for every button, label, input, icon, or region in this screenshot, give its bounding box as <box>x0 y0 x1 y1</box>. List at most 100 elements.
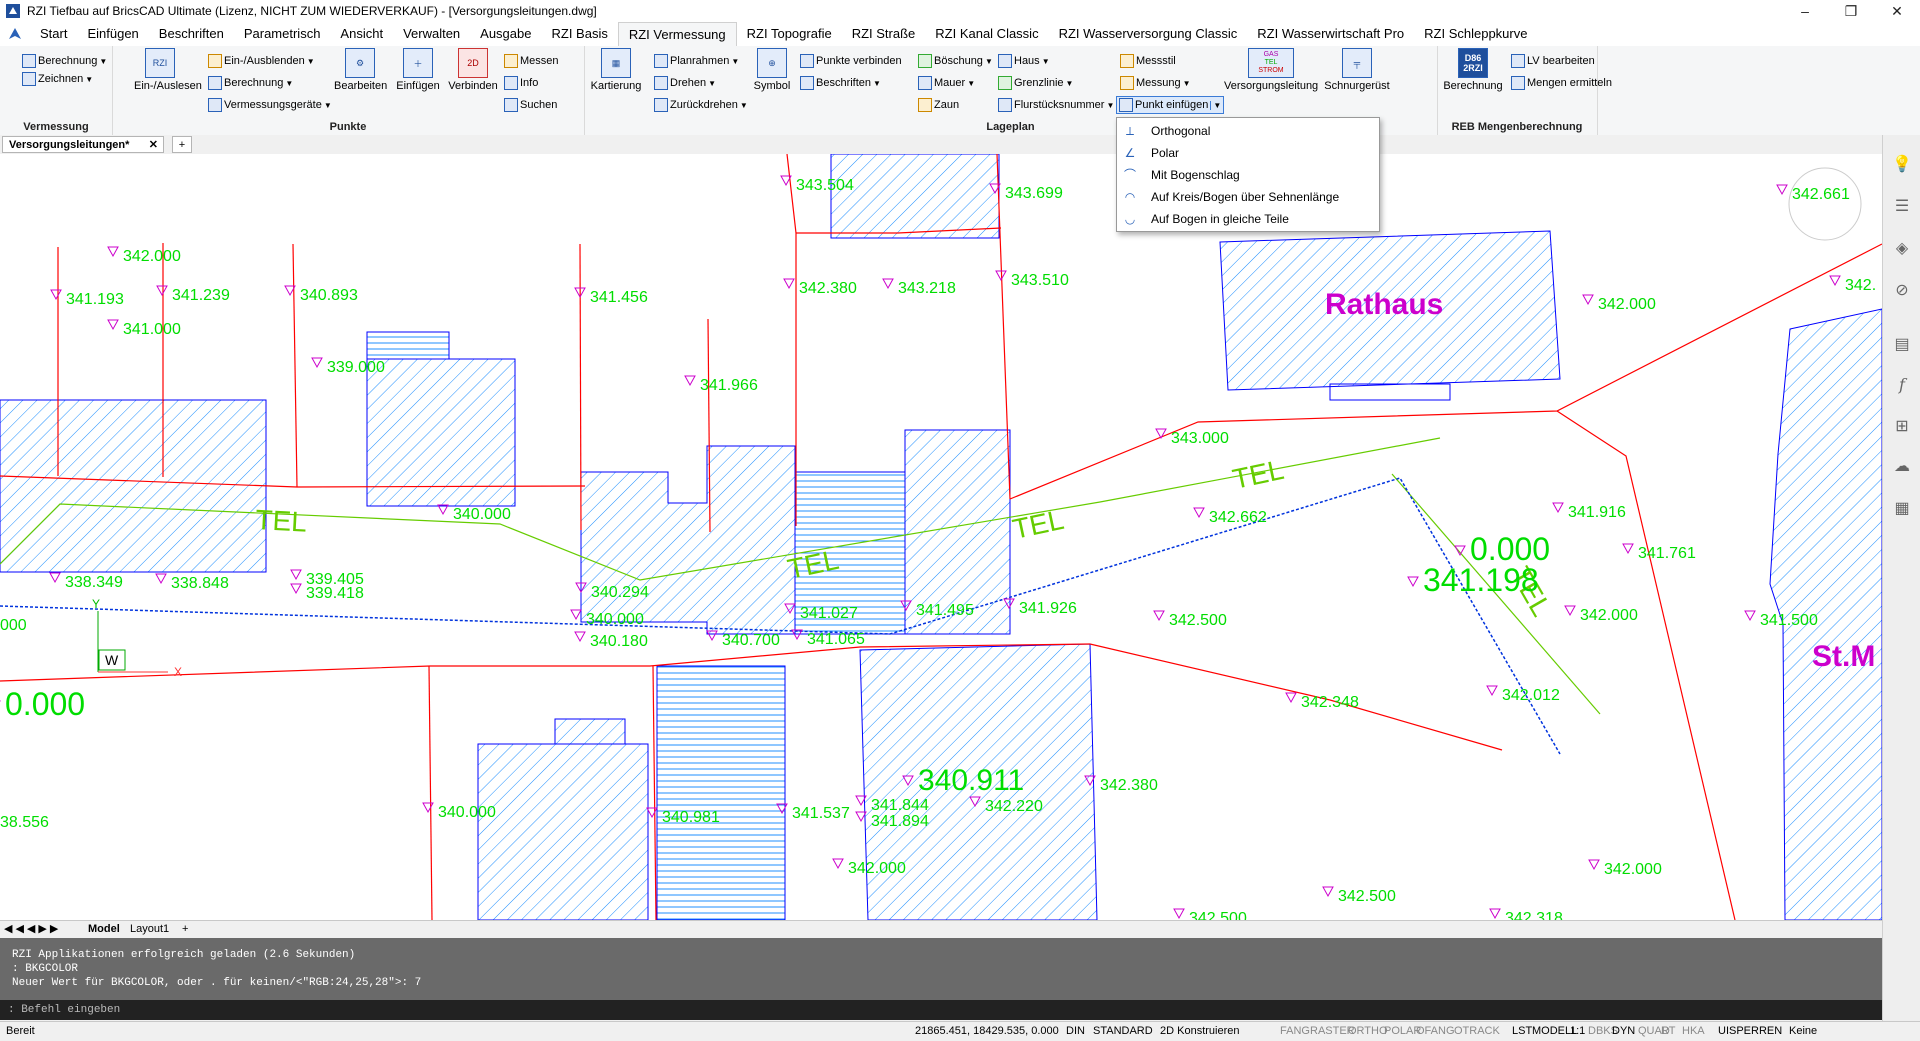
elevation-label[interactable]: 342.318 <box>1505 910 1563 920</box>
ribbon-tab-rzi-schleppkurve[interactable]: RZI Schleppkurve <box>1414 22 1537 46</box>
ribbon-tab-beschriften[interactable]: Beschriften <box>149 22 234 46</box>
punkte-berechnung-button[interactable]: Berechnung ▼ <box>208 76 293 90</box>
elevation-label[interactable]: 343.000 <box>1171 430 1229 447</box>
elevation-label[interactable]: 340.000 <box>438 804 496 821</box>
elevation-label[interactable]: 343.218 <box>898 280 956 297</box>
elevation-label[interactable]: 341.456 <box>590 289 648 306</box>
elevation-label[interactable]: 339.418 <box>306 585 364 602</box>
building-annex[interactable] <box>366 331 450 360</box>
ribbon-tab-ausgabe[interactable]: Ausgabe <box>470 22 541 46</box>
point-marker[interactable] <box>1829 275 1841 287</box>
planrahmen-button[interactable]: Planrahmen ▼ <box>654 54 739 68</box>
boeschung-button[interactable]: Böschung ▼ <box>918 54 993 68</box>
punkte-verbinden-button[interactable]: Punkte verbinden <box>800 54 902 68</box>
ribbon-tab-ansicht[interactable]: Ansicht <box>330 22 393 46</box>
drawing-svg[interactable]: W Y X Rathaus St.M TEL TEL TEL TEL TEL 3… <box>0 154 1882 920</box>
ribbon-tab-rzi-topografie[interactable]: RZI Topografie <box>737 22 842 46</box>
settings-sliders-icon[interactable]: ☰ <box>1892 197 1912 217</box>
elevation-label[interactable]: 0.000 <box>1470 531 1550 567</box>
drehen-button[interactable]: Drehen ▼ <box>654 76 716 90</box>
document-tab[interactable]: Versorgungsleitungen* ✕ <box>2 136 164 153</box>
elevation-label[interactable]: 340.000 <box>586 611 644 628</box>
close-button[interactable]: ✕ <box>1874 3 1920 20</box>
elevation-label[interactable]: 341.916 <box>1568 504 1626 521</box>
punkte-einfuegen-button[interactable]: ＋ Einfügen <box>392 48 444 92</box>
ribbon-tab-rzi-stra-e[interactable]: RZI Straße <box>842 22 926 46</box>
elevation-label[interactable]: 342.500 <box>1338 888 1396 905</box>
status-toggle[interactable]: STANDARD <box>1093 1025 1153 1037</box>
elevation-label[interactable]: 342.000 <box>123 248 181 265</box>
point-marker[interactable] <box>684 375 696 387</box>
point-marker[interactable] <box>570 609 582 621</box>
elevation-label[interactable]: 340.700 <box>722 632 780 649</box>
point-marker[interactable] <box>155 573 167 585</box>
versorgungsleitung-button[interactable]: GAS TEL STROM Versorgungsleitung <box>1224 48 1318 92</box>
structure-icon[interactable]: ⊞ <box>1892 417 1912 437</box>
elevation-label[interactable]: 342.662 <box>1209 509 1267 526</box>
elevation-label[interactable]: 341.894 <box>871 813 929 830</box>
layers-icon[interactable]: ◈ <box>1892 239 1912 259</box>
attachment-icon[interactable]: ⊘ <box>1892 281 1912 301</box>
building[interactable] <box>0 399 267 573</box>
status-toggle[interactable]: HKA <box>1682 1025 1705 1037</box>
elevation-label[interactable]: 341.193 <box>66 291 124 308</box>
point-marker[interactable] <box>1407 576 1419 588</box>
ribbon-tab-rzi-wasserwirtschaft-pro[interactable]: RZI Wasserwirtschaft Pro <box>1247 22 1414 46</box>
elevation-label[interactable]: 340.000 <box>453 506 511 523</box>
menu-item-polar[interactable]: ∠ Polar <box>1117 142 1377 164</box>
symbol-button[interactable]: ⊕ Symbol <box>746 48 798 92</box>
suchen-button[interactable]: Suchen <box>504 98 557 112</box>
ribbon-tab-parametrisch[interactable]: Parametrisch <box>234 22 331 46</box>
elevation-label[interactable]: 341.495 <box>916 602 974 619</box>
building[interactable] <box>366 358 516 507</box>
point-marker[interactable] <box>1489 908 1501 920</box>
point-marker[interactable] <box>290 569 302 581</box>
ribbon-tab-einf-gen[interactable]: Einfügen <box>77 22 148 46</box>
elevation-label[interactable]: 340.911 <box>918 764 1024 797</box>
elevation-label[interactable]: 340.893 <box>300 287 358 304</box>
menu-item-bogen-teile[interactable]: ◡ Auf Bogen in gleiche Teile <box>1117 208 1377 230</box>
ribbon-tab-rzi-wasserversorgung-classic[interactable]: RZI Wasserversorgung Classic <box>1049 22 1248 46</box>
point-marker[interactable] <box>574 631 586 643</box>
status-toggle[interactable]: FANG <box>1280 1025 1310 1037</box>
ein-auslesen-button[interactable]: RZI Ein-/Auslesen <box>134 48 202 92</box>
status-toggle[interactable]: 1:1 <box>1570 1025 1585 1037</box>
ribbon-tab-verwalten[interactable]: Verwalten <box>393 22 470 46</box>
elevation-label[interactable]: 341.926 <box>1019 600 1077 617</box>
elevation-label[interactable]: 338.848 <box>171 575 229 592</box>
flurstuecksnummer-button[interactable]: Flurstücksnummer ▼ <box>998 98 1114 112</box>
ribbon-tab-start[interactable]: Start <box>30 22 77 46</box>
building[interactable] <box>580 445 796 635</box>
elevation-label[interactable]: 341.761 <box>1638 545 1696 562</box>
menu-item-orthogonal[interactable]: ⟂ Orthogonal <box>1117 120 1377 142</box>
building[interactable] <box>830 154 1000 239</box>
elevation-label[interactable]: 342.000 <box>848 860 906 877</box>
point-marker[interactable] <box>1622 543 1634 555</box>
schnurgeruest-button[interactable]: ╤ Schnurgerüst <box>1322 48 1392 92</box>
point-marker[interactable] <box>1582 294 1594 306</box>
elevation-label[interactable]: 000 <box>0 617 27 634</box>
messstil-button[interactable]: Messstil <box>1120 54 1176 68</box>
zeichnen-button[interactable]: Zeichnen ▼ <box>22 72 93 86</box>
lv-bearbeiten-button[interactable]: LV bearbeiten <box>1511 54 1595 68</box>
elevation-label[interactable]: 341.000 <box>123 321 181 338</box>
point-marker[interactable] <box>1153 610 1165 622</box>
vermessungsgeraete-button[interactable]: Vermessungsgeräte ▼ <box>208 98 332 112</box>
elevation-label[interactable]: 339.000 <box>327 359 385 376</box>
elevation-label[interactable]: 343.504 <box>796 177 854 194</box>
point-marker[interactable] <box>783 278 795 290</box>
zaun-button[interactable]: Zaun <box>918 98 959 112</box>
status-toggle[interactable]: UISPERREN <box>1718 1025 1782 1037</box>
info-button[interactable]: Info <box>504 76 538 90</box>
grid-icon[interactable]: ▦ <box>1892 499 1912 519</box>
function-icon[interactable]: f <box>1892 375 1912 395</box>
new-tab-button[interactable]: + <box>172 136 192 153</box>
elevation-label[interactable]: 340.294 <box>591 584 649 601</box>
point-marker[interactable] <box>1454 545 1466 557</box>
point-marker[interactable] <box>107 319 119 331</box>
minimize-button[interactable]: – <box>1782 3 1828 19</box>
point-marker[interactable] <box>156 285 168 297</box>
elevation-label[interactable]: 341.537 <box>792 805 850 822</box>
punkt-einfuegen-button[interactable]: Punkt einfügen ▼ <box>1116 96 1225 114</box>
ribbon-tab-rzi-basis[interactable]: RZI Basis <box>541 22 617 46</box>
